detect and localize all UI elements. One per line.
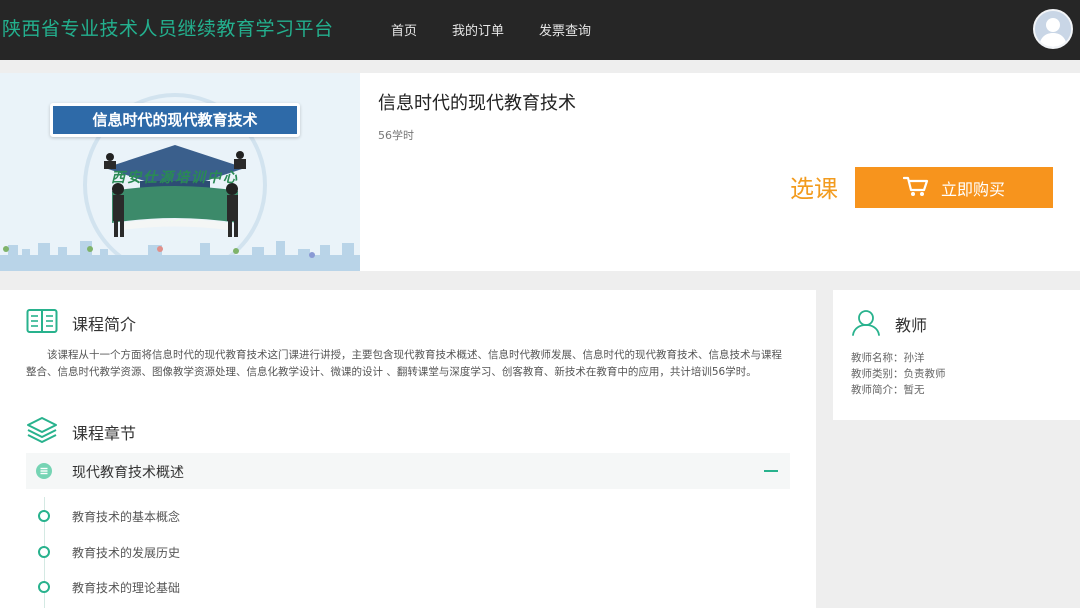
teacher-bio: 教师简介：暂无 [851, 384, 925, 396]
lesson-item[interactable]: 教育技术的理论基础 [38, 577, 438, 597]
intro-heading: 课程简介 [26, 308, 136, 338]
lesson-label: 教育技术的发展历史 [72, 546, 181, 560]
user-avatar-icon[interactable] [1033, 9, 1073, 49]
lesson-item[interactable]: 教育技术的发展历史 [38, 542, 438, 562]
course-hours: 56学时 [378, 129, 414, 142]
cart-icon [902, 175, 929, 201]
chapter-header[interactable]: 现代教育技术概述 [26, 453, 790, 489]
teacher-title: 教师 [895, 316, 928, 335]
chapter-list-icon [36, 463, 52, 479]
lesson-label: 教育技术的理论基础 [72, 581, 181, 595]
buy-now-button[interactable]: 立即购买 [855, 167, 1053, 208]
lesson-label: 教育技术的基本概念 [72, 510, 181, 524]
nav-invoice-query[interactable]: 发票查询 [539, 20, 591, 39]
teacher-name: 教师名称：孙洋 [851, 352, 925, 364]
teacher-heading: 教师 [851, 308, 927, 340]
nav-home[interactable]: 首页 [391, 20, 417, 39]
intro-title: 课程简介 [72, 315, 137, 334]
lesson-item[interactable]: 教育技术的基本概念 [38, 506, 438, 526]
chapters-heading: 课程章节 [26, 416, 136, 448]
nav-my-orders[interactable]: 我的订单 [452, 20, 504, 39]
lesson-dot-icon [38, 510, 50, 522]
intro-text: 该课程从十一个方面将信息时代的现代教育技术这门课进行讲授，主要包含现代教育技术概… [26, 349, 782, 378]
teacher-card: 教师 教师名称：孙洋 教师类别：负责教师 教师简介：暂无 [833, 290, 1080, 420]
lesson-dot-icon [38, 581, 50, 593]
top-header: 陕西省专业技术人员继续教育学习平台 首页 我的订单 发票查询 [0, 0, 1080, 60]
banner-title: 信息时代的现代教育技术 [50, 103, 300, 137]
person-icon [851, 308, 881, 340]
buy-now-label: 立即购买 [940, 179, 1005, 199]
teacher-type: 教师类别：负责教师 [851, 368, 946, 380]
course-detail-card: 课程简介 该课程从十一个方面将信息时代的现代教育技术这门课进行讲授，主要包含现代… [0, 290, 816, 608]
collapse-minus-icon[interactable] [764, 470, 778, 472]
course-banner: 信息时代的现代教育技术 西安仕源培训中心 [0, 73, 360, 271]
lesson-dot-icon [38, 546, 50, 558]
book-icon [26, 308, 58, 338]
chapters-title: 课程章节 [72, 424, 137, 443]
select-course-label: 选课 [790, 175, 838, 203]
banner-seal: 西安仕源培训中心 [111, 170, 239, 186]
course-title: 信息时代的现代教育技术 [378, 93, 576, 114]
layers-icon [26, 416, 58, 448]
chapter-title: 现代教育技术概述 [72, 465, 184, 481]
course-hero: 信息时代的现代教育技术 西安仕源培训中心 信息时代的现代教育技术 56学时 选课… [0, 73, 1080, 271]
site-title[interactable]: 陕西省专业技术人员继续教育学习平台 [2, 14, 334, 41]
